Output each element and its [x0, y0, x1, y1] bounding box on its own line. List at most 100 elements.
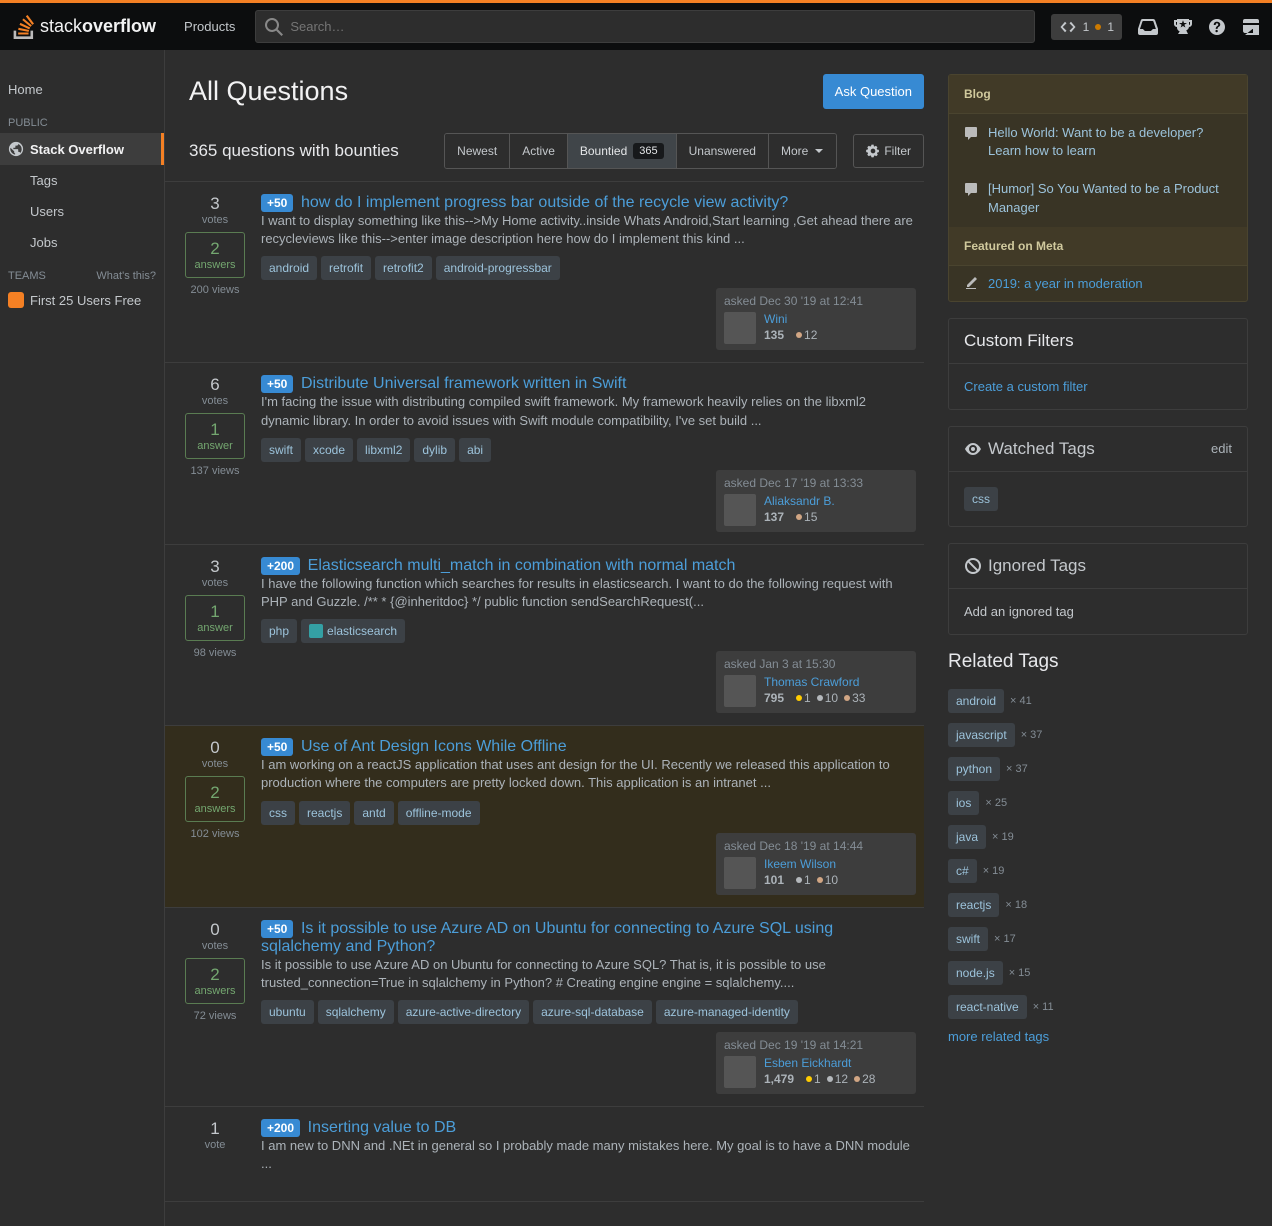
user-name-link[interactable]: Aliaksandr B.	[764, 494, 835, 508]
gear-icon	[866, 144, 880, 158]
bounty-badge: +200	[261, 557, 300, 575]
related-tag-ios[interactable]: ios	[948, 791, 979, 815]
user-reputation: 101	[764, 873, 784, 887]
views-count: 98 views	[185, 647, 245, 659]
products-link[interactable]: Products	[172, 19, 247, 34]
user-name-link[interactable]: Wini	[764, 312, 817, 326]
tag-sqlalchemy[interactable]: sqlalchemy	[318, 1000, 394, 1024]
question-title-link[interactable]: Elasticsearch multi_match in combination…	[308, 557, 736, 574]
meta-link[interactable]: 2019: a year in moderation	[949, 266, 1247, 301]
nav-jobs[interactable]: Jobs	[0, 227, 164, 258]
tag-android[interactable]: android	[261, 256, 317, 280]
votes-count: 6	[185, 375, 245, 395]
tag-retrofit2[interactable]: retrofit2	[375, 256, 432, 280]
question-title-link[interactable]: Inserting value to DB	[308, 1119, 457, 1136]
votes-count: 3	[185, 194, 245, 214]
tag-libxml2[interactable]: libxml2	[357, 438, 410, 462]
votes-label: votes	[185, 577, 245, 589]
create-filter-link[interactable]: Create a custom filter	[964, 379, 1088, 394]
menu-icon[interactable]	[1242, 18, 1260, 36]
blog-link[interactable]: Hello World: Want to be a developer? Lea…	[949, 114, 1247, 170]
tag-azure-sql-database[interactable]: azure-sql-database	[533, 1000, 652, 1024]
reputation-pill[interactable]: 1 1	[1051, 14, 1122, 40]
user-name-link[interactable]: Thomas Crawford	[764, 675, 865, 689]
filter-button[interactable]: Filter	[853, 134, 924, 168]
answers-label: answers	[186, 259, 244, 271]
avatar[interactable]	[724, 857, 756, 889]
question-title-link[interactable]: how do I implement progress bar outside …	[301, 194, 788, 211]
related-tag-swift[interactable]: swift	[948, 927, 988, 951]
globe-icon	[8, 141, 24, 157]
tag-reactjs[interactable]: reactjs	[299, 801, 350, 825]
tag-retrofit[interactable]: retrofit	[321, 256, 371, 280]
tag-swift[interactable]: swift	[261, 438, 301, 462]
custom-filters-header: Custom Filters	[949, 319, 1247, 364]
tag-android-progressbar[interactable]: android-progressbar	[436, 256, 560, 280]
question-title-link[interactable]: Distribute Universal framework written i…	[301, 375, 626, 392]
add-ignored-link[interactable]: Add an ignored tag	[964, 604, 1074, 619]
blog-link[interactable]: [Humor] So You Wanted to be a Product Ma…	[949, 170, 1247, 226]
tag-php[interactable]: php	[261, 619, 297, 643]
nav-teams-free[interactable]: First 25 Users Free	[0, 286, 164, 314]
tag-xcode[interactable]: xcode	[305, 438, 353, 462]
logo[interactable]: stackoverflow	[12, 15, 156, 39]
tag-offline-mode[interactable]: offline-mode	[398, 801, 480, 825]
whats-this-link[interactable]: What's this?	[96, 270, 156, 282]
search-input[interactable]	[255, 10, 1034, 43]
user-name-link[interactable]: Esben Eickhardt	[764, 1056, 875, 1070]
question-excerpt: I'm facing the issue with distributing c…	[261, 393, 916, 429]
related-tag-python[interactable]: python	[948, 757, 1000, 781]
tag-antd[interactable]: antd	[354, 801, 393, 825]
tab-bountied[interactable]: Bountied 365	[568, 134, 677, 168]
silver-badge-dot	[796, 877, 802, 883]
user-card: asked Dec 30 '19 at 12:41 Wini 13512	[716, 288, 916, 350]
related-tag-count: × 17	[994, 933, 1016, 945]
related-tag-reactjs[interactable]: reactjs	[948, 893, 999, 917]
nav-users[interactable]: Users	[0, 196, 164, 227]
more-related-tags-link[interactable]: more related tags	[948, 1029, 1049, 1044]
tag-azure-managed-identity[interactable]: azure-managed-identity	[656, 1000, 798, 1024]
edit-watched-link[interactable]: edit	[1211, 441, 1232, 456]
question-title-link[interactable]: Is it possible to use Azure AD on Ubuntu…	[261, 920, 833, 955]
tag-dylib[interactable]: dylib	[414, 438, 455, 462]
related-tag-java[interactable]: java	[948, 825, 986, 849]
related-tag-count: × 19	[992, 831, 1014, 843]
related-tag-react-native[interactable]: react-native	[948, 995, 1027, 1019]
tab-unanswered[interactable]: Unanswered	[677, 134, 769, 168]
tag-ubuntu[interactable]: ubuntu	[261, 1000, 314, 1024]
related-tag-c#[interactable]: c#	[948, 859, 977, 883]
ask-question-button[interactable]: Ask Question	[823, 74, 924, 109]
tab-active[interactable]: Active	[510, 134, 568, 168]
user-card: asked Jan 3 at 15:30 Thomas Crawford 795…	[716, 651, 916, 713]
help-icon[interactable]	[1208, 18, 1226, 36]
tag-elasticsearch[interactable]: elasticsearch	[301, 619, 405, 643]
avatar[interactable]	[724, 494, 756, 526]
tab-newest[interactable]: Newest	[445, 134, 510, 168]
avatar[interactable]	[724, 312, 756, 344]
inbox-icon[interactable]	[1138, 18, 1158, 36]
nav-home[interactable]: Home	[0, 74, 164, 105]
votes-count: 1	[185, 1119, 245, 1139]
avatar[interactable]	[724, 1056, 756, 1088]
search-icon	[265, 18, 283, 36]
trophy-icon[interactable]	[1174, 18, 1192, 36]
related-tag-node.js[interactable]: node.js	[948, 961, 1003, 985]
tag-abi[interactable]: abi	[459, 438, 491, 462]
avatar[interactable]	[724, 675, 756, 707]
question-tags: phpelasticsearch	[261, 619, 405, 643]
question-title-link[interactable]: Use of Ant Design Icons While Offline	[301, 738, 567, 755]
related-tag-count: × 19	[983, 865, 1005, 877]
user-card: asked Dec 19 '19 at 14:21 Esben Eickhard…	[716, 1032, 916, 1094]
related-tag-android[interactable]: android	[948, 689, 1004, 713]
related-tag-javascript[interactable]: javascript	[948, 723, 1015, 747]
tag-css[interactable]: css	[261, 801, 295, 825]
votes-label: votes	[185, 940, 245, 952]
user-name-link[interactable]: Ikeem Wilson	[764, 857, 838, 871]
nav-stackoverflow[interactable]: Stack Overflow	[0, 133, 164, 165]
watched-tag-css[interactable]: css	[964, 487, 998, 511]
bronze-dot	[1095, 24, 1101, 30]
tag-azure-active-directory[interactable]: azure-active-directory	[398, 1000, 529, 1024]
nav-tags[interactable]: Tags	[0, 165, 164, 196]
answers-box: 1 answer	[185, 595, 245, 641]
tab-more[interactable]: More	[769, 134, 836, 168]
